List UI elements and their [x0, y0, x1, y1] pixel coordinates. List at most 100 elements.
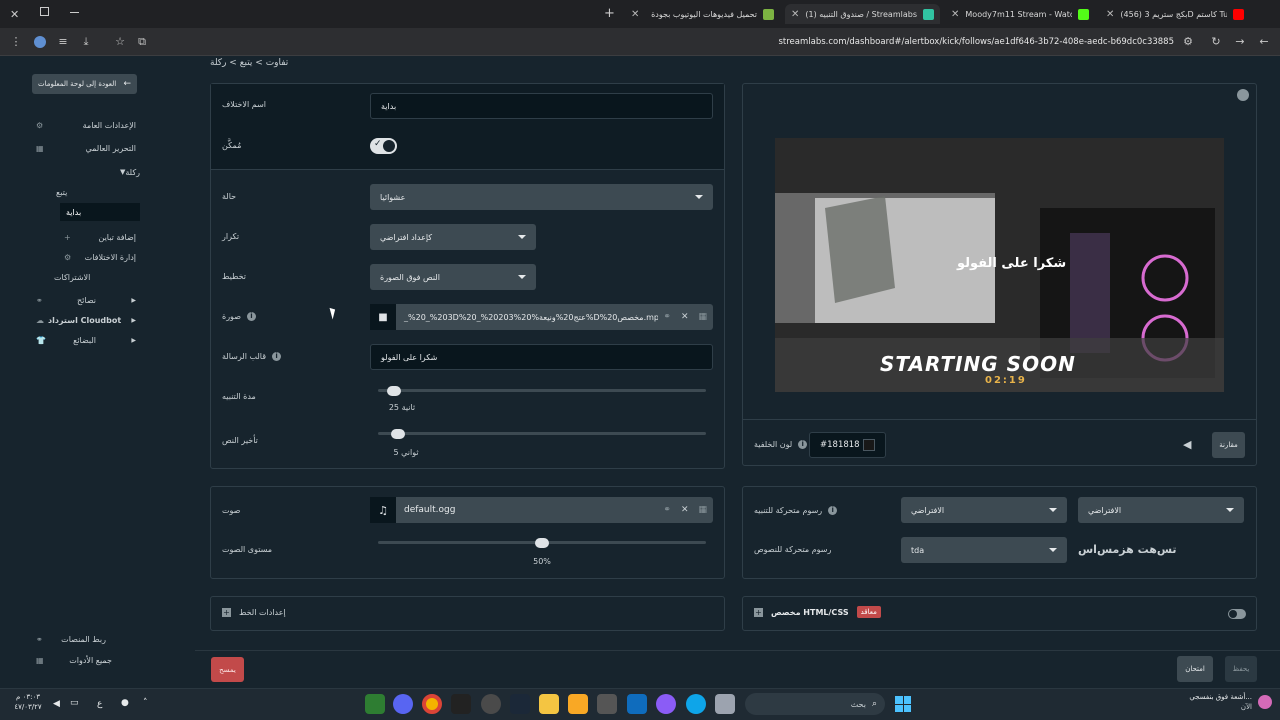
slider-knob[interactable]: [535, 538, 549, 548]
alert-animation-out-select[interactable]: الافتراضي: [901, 497, 1067, 523]
copilot-icon[interactable]: [656, 694, 676, 714]
bookmark-star-icon[interactable]: ☆: [112, 34, 128, 50]
text-delay-slider[interactable]: [378, 429, 706, 439]
sidebar-item-merch[interactable]: 👕 البضائع ▶: [36, 336, 136, 345]
preview-settings-icon[interactable]: [1237, 89, 1249, 101]
sidebar-item-start-selected[interactable]: بداية: [60, 203, 140, 221]
sidebar-item-cloudbot[interactable]: ☁ استرداد Cloudbot ▶: [36, 316, 136, 325]
speaker-icon[interactable]: ◀: [1183, 438, 1191, 451]
slider-knob[interactable]: [387, 386, 402, 396]
compare-button[interactable]: مقارنة: [1212, 432, 1245, 458]
volume-icon[interactable]: ◀: [53, 699, 60, 709]
info-icon[interactable]: i: [828, 506, 838, 515]
layout-select[interactable]: النص فوق الصورة: [370, 264, 536, 290]
back-to-dashboard-button[interactable]: العودة إلى لوحة المعلومات ←: [32, 74, 137, 94]
sidebar-item-manage-variations[interactable]: ⚙ إدارة الاختلافات: [64, 253, 136, 262]
sidebar-item-subscriptions[interactable]: الاشتراكات: [54, 273, 134, 282]
outlook-icon[interactable]: [627, 694, 647, 714]
test-button[interactable]: امتحان: [1177, 656, 1213, 682]
download-icon[interactable]: ⤓: [78, 34, 94, 50]
custom-html-css-header[interactable]: + مخصص HTML/CSS معاقد: [754, 606, 881, 618]
taskbar-clock[interactable]: ٠٣:٠٣ م ٤٧/٠٣/٢٧: [8, 692, 48, 712]
link-icon[interactable]: ⚭: [663, 505, 671, 515]
info-icon[interactable]: i: [798, 440, 808, 449]
sidebar-item-follows[interactable]: يتبع: [56, 188, 136, 197]
bg-color-input[interactable]: #181818: [809, 432, 886, 458]
minimize-window-icon[interactable]: [70, 12, 79, 13]
slider-knob[interactable]: [390, 429, 405, 439]
sidebar-item-connect-platforms[interactable]: ⚭ ربط المنصات: [36, 635, 106, 644]
sidebar-item-tips[interactable]: ⚭ نصائح ▶: [36, 296, 136, 305]
alert-duration-slider[interactable]: [378, 386, 706, 396]
save-button[interactable]: يحفظ: [1225, 656, 1257, 682]
condition-select[interactable]: عشوائيا: [370, 184, 713, 210]
chevron-up-icon[interactable]: ˄: [143, 698, 148, 708]
message-template-input[interactable]: شكرا على الفولو: [370, 344, 713, 370]
grid-icon[interactable]: ▦: [698, 505, 707, 515]
info-icon[interactable]: i: [272, 352, 282, 361]
clear-icon[interactable]: ✕: [681, 505, 689, 515]
app-icon[interactable]: [568, 694, 588, 714]
forward-icon[interactable]: →: [1232, 34, 1248, 50]
tab-close-icon[interactable]: ✕: [631, 9, 639, 20]
steam-icon[interactable]: [510, 694, 530, 714]
browser-tab[interactable]: ✕ تحميل فيديوهات اليوتيوب بجودة: [625, 4, 780, 24]
delete-button[interactable]: يمسح: [211, 657, 244, 682]
sound-volume-slider[interactable]: [378, 538, 706, 548]
new-tab-button[interactable]: +: [604, 6, 615, 21]
sidebar-item-add-variation[interactable]: + إضافة تباين: [64, 233, 136, 242]
site-settings-icon[interactable]: ⚙: [1180, 34, 1196, 50]
reload-icon[interactable]: ↻: [1208, 34, 1224, 50]
font-settings-panel[interactable]: [210, 596, 725, 631]
tab-close-icon[interactable]: ✕: [791, 9, 799, 20]
weather-widget[interactable]: أشعة فوق بنفسجي... الآن: [1150, 692, 1272, 712]
font-settings-header[interactable]: + إعدادات الخط: [222, 608, 286, 617]
restore-window-icon[interactable]: [40, 7, 49, 16]
alert-animation-in-value: الافتراضي: [1088, 505, 1122, 515]
sidebar-item-global-edit[interactable]: ▦ التحرير العالمي: [36, 144, 136, 153]
image-file-field[interactable]: ■ _%20_%203D%20_%20203%عتج20%ونيعة%20%D%…: [370, 304, 713, 330]
browser-tab[interactable]: ✕ (456) بكج ستريم 3D كاستم Tube: [1100, 4, 1250, 24]
edge-icon[interactable]: [686, 694, 706, 714]
terminal-icon[interactable]: [451, 694, 471, 714]
chrome-icon[interactable]: [422, 694, 442, 714]
sidebar-item-kick[interactable]: ▼ ركلة: [36, 168, 140, 177]
network-icon[interactable]: ▭: [70, 698, 79, 708]
microphone-icon[interactable]: ●: [121, 698, 129, 708]
task-view-icon[interactable]: [715, 694, 735, 714]
url-bar[interactable]: streamlabs.com/dashboard#/alertbox/kick/…: [160, 31, 1200, 53]
variation-name-input[interactable]: بداية: [370, 93, 713, 119]
tab-close-icon[interactable]: ✕: [951, 9, 959, 20]
taskbar-search[interactable]: بحث ⌕: [745, 693, 885, 715]
store-icon[interactable]: [597, 694, 617, 714]
alert-animation-in-select[interactable]: الافتراضي: [1078, 497, 1244, 523]
color-swatch[interactable]: [863, 439, 875, 451]
file-explorer-icon[interactable]: [539, 694, 559, 714]
settings-icon[interactable]: [481, 694, 501, 714]
start-button[interactable]: [895, 696, 911, 712]
enabled-toggle[interactable]: ✓: [370, 138, 397, 154]
grid-icon[interactable]: ▦: [698, 312, 707, 322]
discord-icon[interactable]: [393, 694, 413, 714]
back-icon[interactable]: ←: [1256, 34, 1272, 50]
sound-file-field[interactable]: ♫ default.ogg ⚭ ✕ ▦: [370, 497, 713, 523]
profile-icon[interactable]: [32, 34, 48, 50]
info-icon[interactable]: i: [246, 312, 256, 321]
link-icon[interactable]: ⚭: [663, 312, 671, 322]
app-icon[interactable]: [365, 694, 385, 714]
browser-tab-active[interactable]: ✕ (1) صندوق التنبيه / Streamlabs: [785, 4, 940, 24]
close-window-icon[interactable]: ✕: [10, 8, 19, 21]
reading-list-icon[interactable]: ≡: [55, 34, 71, 50]
slider-track: [378, 432, 706, 435]
sidebar-item-general-settings[interactable]: ⚙ الإعدادات العامة: [36, 121, 136, 130]
menu-dots-icon[interactable]: ⋮: [8, 34, 24, 50]
sidebar-item-all-tools[interactable]: ▦ جميع الأدوات: [36, 656, 112, 665]
tab-close-icon[interactable]: ✕: [1106, 9, 1114, 20]
repeat-select[interactable]: كإعداد افتراضي: [370, 224, 536, 250]
custom-html-css-toggle[interactable]: [1228, 609, 1246, 619]
browser-tab[interactable]: ✕ Moody7m11 Stream - Watch Li: [945, 4, 1095, 24]
language-indicator[interactable]: ع: [97, 699, 102, 709]
text-animation-select[interactable]: tda: [901, 537, 1067, 563]
extensions-icon[interactable]: ⧉: [134, 34, 150, 50]
clear-icon[interactable]: ✕: [681, 312, 689, 322]
